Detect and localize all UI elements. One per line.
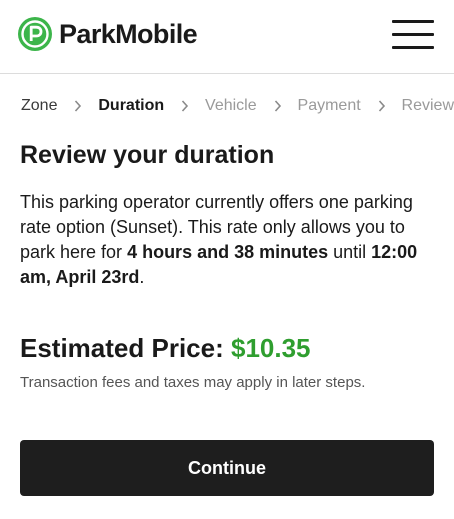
brand-name: ParkMobile: [59, 19, 198, 49]
breadcrumb: Zone Duration Vehicle Payment Review: [21, 96, 454, 116]
hamburger-menu-icon[interactable]: [392, 20, 434, 50]
breadcrumb-step-payment: Payment: [297, 97, 361, 114]
breadcrumb-step-review: Review: [401, 97, 454, 114]
breadcrumb-step-vehicle: Vehicle: [205, 97, 257, 114]
rate-description: This parking operator currently offers o…: [20, 190, 440, 290]
menu-bar: [392, 20, 434, 23]
continue-button[interactable]: Continue: [20, 440, 434, 496]
price-value: $10.35: [230, 333, 311, 363]
estimated-price: Estimated Price: $10.35: [20, 333, 311, 364]
chevron-right-icon: [274, 99, 281, 113]
description-text: until: [328, 242, 372, 262]
menu-bar: [392, 46, 434, 49]
chevron-right-icon: [181, 99, 189, 113]
parkmobile-p-icon: [18, 17, 52, 51]
chevron-right-icon: [74, 99, 82, 113]
page-title: Review your duration: [20, 141, 275, 169]
breadcrumb-step-duration: Duration: [98, 97, 165, 114]
fees-note: Transaction fees and taxes may apply in …: [20, 374, 366, 391]
description-text: .: [139, 267, 145, 287]
duration-value: 4 hours and 38 minutes: [127, 242, 329, 262]
menu-bar: [392, 33, 434, 36]
brand-logo[interactable]: ParkMobile: [18, 17, 198, 51]
breadcrumb-step-zone[interactable]: Zone: [21, 97, 57, 115]
price-label: Estimated Price:: [20, 333, 224, 363]
chevron-right-icon: [378, 99, 385, 113]
app-header: ParkMobile: [0, 0, 454, 74]
